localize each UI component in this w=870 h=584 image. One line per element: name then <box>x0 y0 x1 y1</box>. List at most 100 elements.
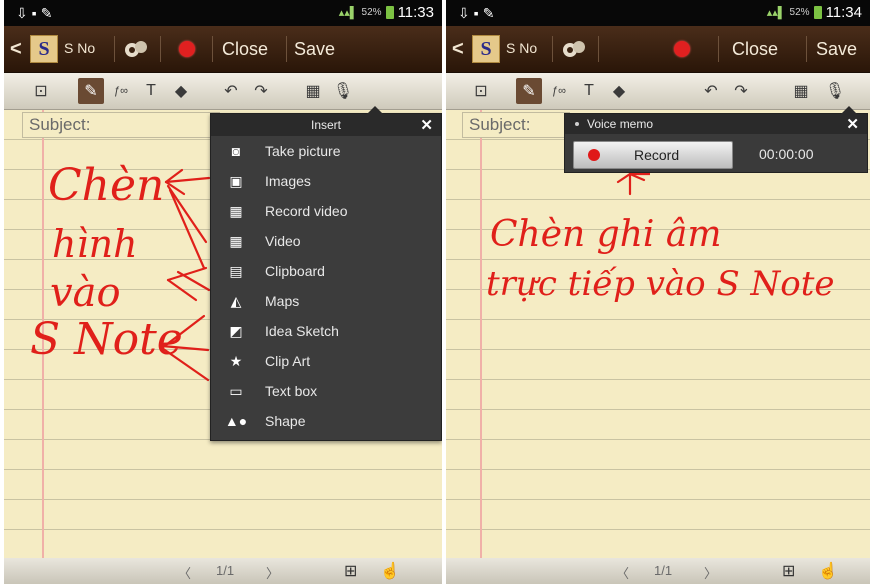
redo-icon[interactable]: ↷ <box>248 78 274 104</box>
bottom-bar: 〈 1/1 〉 ⊞ ☝ <box>446 558 870 584</box>
annotation-arrows <box>160 168 211 382</box>
battery-percent: 52% <box>789 7 810 18</box>
battery-icon <box>813 6 822 19</box>
next-page-icon[interactable]: 〉 <box>704 563 717 582</box>
note-canvas[interactable]: Subject: Chèn ghi âm trực tiếp vào S Not… <box>446 110 870 558</box>
voice-memo-panel: Voice memo ✕ Record 00:00:00 <box>564 106 868 173</box>
close-icon[interactable]: ✕ <box>846 115 859 133</box>
bottom-bar: 〈 1/1 〉 ⊞ ☝ <box>4 558 442 584</box>
insert-image-icon[interactable]: ▦ <box>300 78 326 104</box>
notification-icons: ⇩▪✎ <box>458 5 499 21</box>
next-page-icon[interactable]: 〉 <box>266 563 279 582</box>
close-button[interactable]: Close <box>732 39 778 60</box>
app-bar: < S S No Close Save <box>4 26 442 73</box>
sketch-icon: ◩ <box>229 322 243 339</box>
page-indicator: 1/1 <box>654 563 673 578</box>
record-icon[interactable] <box>674 41 690 57</box>
text-icon[interactable]: T <box>576 78 602 104</box>
menu-item-shape[interactable]: ▲● Shape <box>211 406 441 436</box>
save-button[interactable]: Save <box>294 39 335 60</box>
clock: 11:34 <box>825 4 862 21</box>
subject-field[interactable]: Subject: <box>22 112 220 138</box>
menu-item-idea-sketch[interactable]: ◩ Idea Sketch <box>211 316 441 346</box>
text-box-icon: ▭ <box>229 382 243 399</box>
record-timer: 00:00:00 <box>759 146 814 162</box>
tool-bar: ⊡ ✎ ƒ∞ T ◆ ↶ ↷ ▦ 🎙 <box>446 73 870 110</box>
page-indicator: 1/1 <box>216 563 235 578</box>
status-bar: ⇩▪✎ ▴▴▌ 52% 11:34 <box>446 0 870 26</box>
back-icon[interactable]: < <box>452 38 464 61</box>
tool-bar: ⊡ ✎ ƒ∞ T ◆ ↶ ↷ ▦ 🎙 <box>4 73 442 110</box>
undo-icon[interactable]: ↶ <box>218 78 244 104</box>
image-icon: ▣ <box>229 172 243 189</box>
hand-icon[interactable]: ☝ <box>818 561 838 581</box>
record-dot-icon <box>588 149 600 161</box>
add-page-icon[interactable]: ⊞ <box>344 561 357 581</box>
app-title: S No <box>64 40 96 56</box>
menu-item-clipboard[interactable]: ▤ Clipboard <box>211 256 441 286</box>
camera-icon: ◙ <box>231 143 241 159</box>
menu-item-images[interactable]: ▣ Images <box>211 166 441 196</box>
battery-icon <box>385 6 394 19</box>
annotation-line-1: Chèn <box>48 160 165 211</box>
subject-field[interactable]: Subject: <box>462 112 570 138</box>
insert-menu: Insert ✕ ◙ Take picture ▣ Images ▦ Recor… <box>210 106 442 441</box>
status-bar: ⇩▪✎ ▴▴▌ 52% 11:33 <box>4 0 442 26</box>
hand-icon[interactable]: ☝ <box>380 561 400 581</box>
record-icon[interactable] <box>179 41 195 57</box>
menu-item-record-video[interactable]: ▦ Record video <box>211 196 441 226</box>
voice-memo-title: Voice memo <box>587 117 654 131</box>
s-note-logo-icon: S <box>30 35 58 63</box>
signal-icon: ▴▴▌ <box>766 7 786 19</box>
menu-item-maps[interactable]: ◭ Maps <box>211 286 441 316</box>
s-note-logo-icon: S <box>472 35 500 63</box>
app-bar: < S S No Close Save <box>446 26 870 73</box>
redo-icon[interactable]: ↷ <box>728 78 754 104</box>
annotation-line-3: vào <box>50 270 121 316</box>
share-icon[interactable] <box>560 36 588 62</box>
right-screen: ⇩▪✎ ▴▴▌ 52% 11:34 < S S No Close Save ⊡ … <box>446 0 870 584</box>
add-page-icon[interactable]: ⊞ <box>782 561 795 581</box>
video-camera-icon: ▦ <box>229 202 243 219</box>
clipboard-icon: ▤ <box>229 262 243 279</box>
shape-icon: ▲● <box>224 413 248 429</box>
annotation-line-1: Chèn ghi âm <box>490 214 722 255</box>
close-button[interactable]: Close <box>222 39 268 60</box>
menu-item-clip-art[interactable]: ★ Clip Art <box>211 346 441 376</box>
clip-art-icon: ★ <box>229 352 243 369</box>
signal-icon: ▴▴▌ <box>338 7 358 19</box>
film-icon: ▦ <box>229 232 243 249</box>
notification-icons: ⇩▪✎ <box>16 5 57 21</box>
formula-icon[interactable]: ƒ∞ <box>546 78 572 104</box>
menu-item-text-box[interactable]: ▭ Text box <box>211 376 441 406</box>
insert-menu-title: Insert <box>310 118 341 132</box>
formula-icon[interactable]: ƒ∞ <box>108 78 134 104</box>
back-icon[interactable]: < <box>10 38 22 61</box>
undo-icon[interactable]: ↶ <box>698 78 724 104</box>
app-title: S No <box>506 40 538 56</box>
prev-page-icon[interactable]: 〈 <box>178 563 191 582</box>
clock: 11:33 <box>397 4 434 21</box>
battery-percent: 52% <box>361 7 382 18</box>
pen-icon[interactable]: ✎ <box>516 78 542 104</box>
microphone-icon[interactable]: 🎙 <box>330 78 356 104</box>
close-icon[interactable]: ✕ <box>420 116 433 134</box>
eraser-icon[interactable]: ◆ <box>606 78 632 104</box>
menu-item-take-picture[interactable]: ◙ Take picture <box>211 136 441 166</box>
record-button[interactable]: Record <box>573 141 733 169</box>
share-icon[interactable] <box>122 36 150 62</box>
insert-image-icon[interactable]: ▦ <box>788 78 814 104</box>
text-icon[interactable]: T <box>138 78 164 104</box>
annotation-line-2: trực tiếp vào S Note <box>486 264 835 304</box>
menu-item-video[interactable]: ▦ Video <box>211 226 441 256</box>
microphone-icon[interactable]: 🎙 <box>822 78 848 104</box>
add-page-icon[interactable]: ⊡ <box>28 78 54 104</box>
pen-icon[interactable]: ✎ <box>78 78 104 104</box>
eraser-icon[interactable]: ◆ <box>168 78 194 104</box>
add-page-icon[interactable]: ⊡ <box>468 78 494 104</box>
save-button[interactable]: Save <box>816 39 857 60</box>
map-icon: ◭ <box>230 292 242 309</box>
annotation-line-2: hình <box>52 222 138 266</box>
left-screen: ⇩▪✎ ▴▴▌ 52% 11:33 < S S No Close Save ⊡ … <box>4 0 442 584</box>
prev-page-icon[interactable]: 〈 <box>616 563 629 582</box>
